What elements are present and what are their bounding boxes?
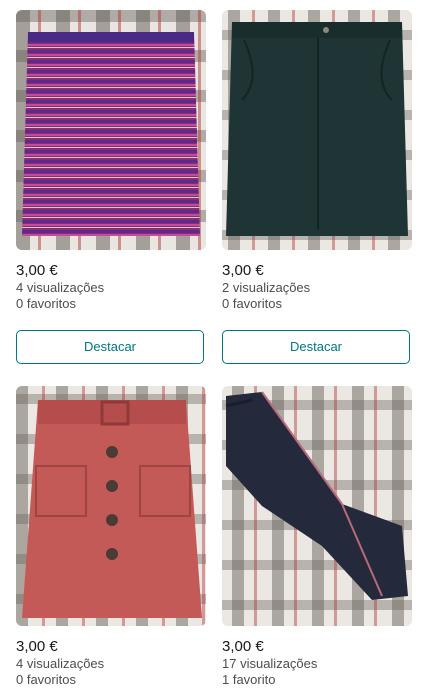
- item-price: 3,00 €: [222, 262, 264, 279]
- item-favorites: 1 favorito: [222, 672, 276, 687]
- item-price: 3,00 €: [222, 638, 264, 655]
- item-views: 4 visualizações: [16, 280, 105, 295]
- striped-skirt-photo: [16, 10, 206, 250]
- pink-button-skirt-photo: [16, 386, 206, 626]
- dark-green-skirt-photo: [222, 10, 412, 250]
- item-photo[interactable]: [16, 386, 206, 626]
- destacar-button[interactable]: Destacar: [222, 330, 410, 364]
- item-views: 17 visualizações: [222, 656, 318, 671]
- item-favorites: 0 favoritos: [16, 296, 76, 311]
- item-views: 4 visualizações: [16, 656, 105, 671]
- item-card[interactable]: 3,00 € 4 visualizações 0 favoritos Desta…: [16, 10, 206, 364]
- item-card[interactable]: 3,00 € 2 visualizações 0 favoritos Desta…: [222, 10, 412, 364]
- item-price: 3,00 €: [16, 262, 58, 279]
- item-price: 3,00 €: [16, 638, 58, 655]
- item-card[interactable]: 3,00 € 4 visualizações 0 favoritos: [16, 386, 206, 688]
- item-photo[interactable]: [222, 10, 412, 250]
- items-grid: 3,00 € 4 visualizações 0 favoritos Desta…: [0, 0, 428, 699]
- item-views: 2 visualizações: [222, 280, 311, 295]
- dark-jeans-photo: [222, 386, 412, 626]
- item-photo[interactable]: [222, 386, 412, 626]
- item-favorites: 0 favoritos: [222, 296, 282, 311]
- item-favorites: 0 favoritos: [16, 672, 76, 687]
- item-photo[interactable]: [16, 10, 206, 250]
- item-card[interactable]: 3,00 € 17 visualizações 1 favorito: [222, 386, 412, 688]
- destacar-button[interactable]: Destacar: [16, 330, 204, 364]
